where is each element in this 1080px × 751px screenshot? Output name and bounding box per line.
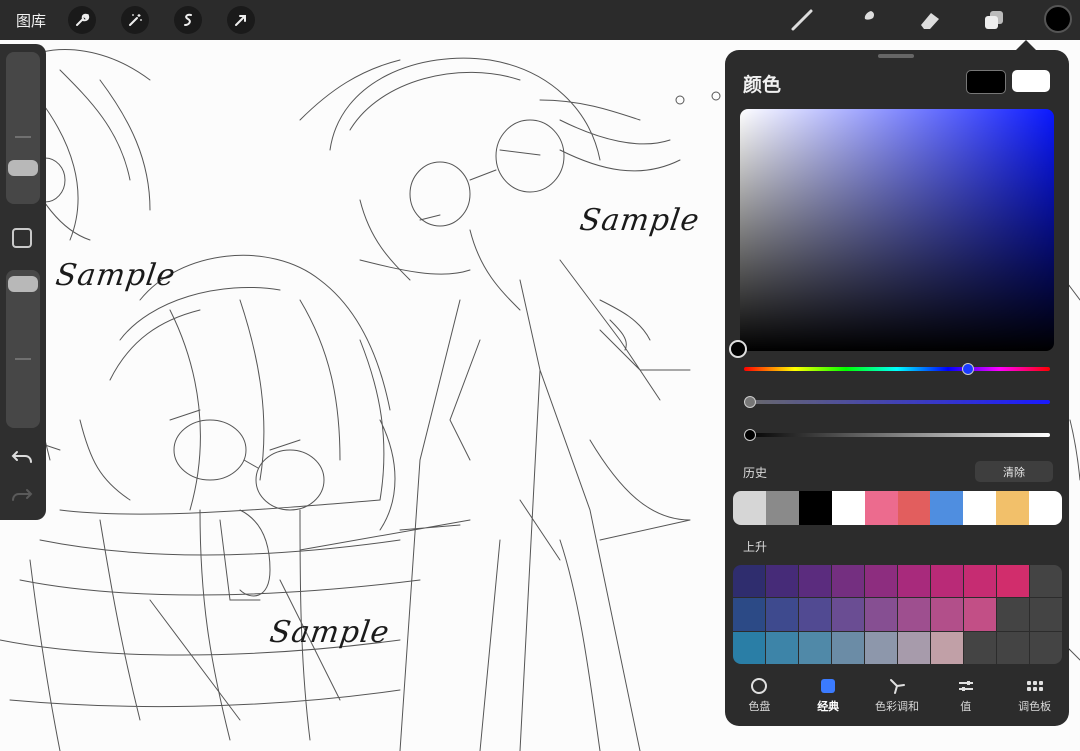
palette-swatch[interactable] [964,598,996,631]
palette-swatch[interactable] [898,631,930,664]
saturation-knob[interactable] [744,396,756,408]
watermark-text: Sample [267,615,392,650]
panel-title: 颜色 [743,74,782,96]
palette-grid-icon [1025,676,1045,696]
history-swatch[interactable] [897,491,931,525]
selection-icon[interactable] [174,6,202,34]
color-palette [733,565,1062,664]
palette-label: 上升 [743,540,768,554]
brightness-slider[interactable] [744,429,1050,441]
transform-arrow-icon[interactable] [227,6,255,34]
hue-slider[interactable] [744,363,1050,375]
harmony-icon [887,676,907,696]
tab-disc[interactable]: 色盘 [725,676,794,720]
tab-classic[interactable]: 经典 [794,676,863,720]
history-swatch[interactable] [733,491,766,525]
color-history [733,491,1062,525]
tab-value[interactable]: 值 [931,676,1000,720]
palette-swatch[interactable] [733,565,765,598]
sliders-icon [956,676,976,696]
brush-size-slider[interactable] [6,52,40,204]
brush-icon[interactable] [788,6,816,34]
opacity-slider[interactable] [6,270,40,428]
palette-swatch[interactable] [997,565,1029,598]
palette-swatch[interactable] [799,631,831,664]
palette-swatch[interactable] [733,631,765,664]
palette-swatch[interactable] [931,565,963,598]
palette-swatch[interactable] [964,565,996,598]
palette-swatch[interactable] [1030,598,1062,631]
saturation-slider[interactable] [744,396,1050,408]
brush-size-knob[interactable] [8,160,38,176]
palette-swatch[interactable] [832,631,864,664]
square-modify-icon[interactable] [12,228,32,248]
palette-swatch[interactable] [931,631,963,664]
palette-swatch[interactable] [832,598,864,631]
palette-swatch[interactable] [799,598,831,631]
palette-swatch[interactable] [931,598,963,631]
palette-swatch[interactable] [733,598,765,631]
history-swatch[interactable] [831,491,865,525]
palette-swatch[interactable] [832,565,864,598]
tab-label: 色彩调和 [874,700,919,713]
eraser-icon[interactable] [916,6,944,34]
secondary-color-swatch[interactable] [1012,70,1050,92]
redo-icon[interactable] [11,486,33,508]
palette-swatch[interactable] [865,631,897,664]
history-swatch[interactable] [963,491,997,525]
tab-label: 经典 [817,700,840,713]
tab-label: 值 [960,700,972,713]
history-swatch[interactable] [1029,491,1062,525]
palette-swatch[interactable] [964,631,996,664]
palette-swatch[interactable] [898,598,930,631]
history-swatch[interactable] [996,491,1030,525]
wrench-icon[interactable] [68,6,96,34]
history-swatch[interactable] [930,491,964,525]
palette-swatch[interactable] [898,565,930,598]
history-swatch[interactable] [765,491,799,525]
palette-swatch[interactable] [1030,565,1062,598]
tab-harmony[interactable]: 色彩调和 [863,676,932,720]
top-toolbar: 图库 [0,0,1080,40]
left-sidebar [0,44,46,520]
history-swatch[interactable] [798,491,832,525]
color-picker-marker[interactable] [729,340,747,358]
slider-tick [15,358,31,360]
clear-history-button[interactable]: 清除 [975,461,1053,482]
layers-icon[interactable] [980,6,1008,34]
palette-swatch[interactable] [766,598,798,631]
gallery-button[interactable]: 图库 [16,10,46,31]
palette-swatch[interactable] [766,631,798,664]
color-mode-tabs: 色盘 经典 色彩调和 值 调色板 [725,676,1069,720]
disc-icon [749,676,769,696]
palette-swatch[interactable] [997,598,1029,631]
watermark-text: Sample [577,203,702,238]
palette-swatch[interactable] [766,565,798,598]
watermark-text: Sample [53,258,178,293]
tab-label: 色盘 [748,700,771,713]
palette-swatch[interactable] [799,565,831,598]
opacity-knob[interactable] [8,276,38,292]
slider-tick [15,136,31,138]
color-panel: 颜色 历史 清除 上升 色盘 经典 色彩调和 值 调色板 [725,50,1069,726]
history-label: 历史 [743,466,768,480]
tab-label: 调色板 [1018,700,1052,713]
palette-swatch[interactable] [865,565,897,598]
classic-square-icon [818,676,838,696]
brightness-knob[interactable] [744,429,756,441]
saturation-brightness-picker[interactable] [740,109,1054,351]
palette-swatch[interactable] [865,598,897,631]
history-swatch[interactable] [864,491,898,525]
tab-palettes[interactable]: 调色板 [1000,676,1069,720]
primary-color-swatch[interactable] [966,70,1006,94]
palette-swatch[interactable] [1030,631,1062,664]
magic-wand-icon[interactable] [121,6,149,34]
hue-knob[interactable] [962,363,974,375]
palette-swatch[interactable] [997,631,1029,664]
panel-grabber[interactable] [878,54,914,58]
panel-pointer [1016,40,1036,50]
undo-icon[interactable] [11,448,33,470]
current-color-button[interactable] [1044,5,1072,33]
smudge-icon[interactable] [852,6,880,34]
